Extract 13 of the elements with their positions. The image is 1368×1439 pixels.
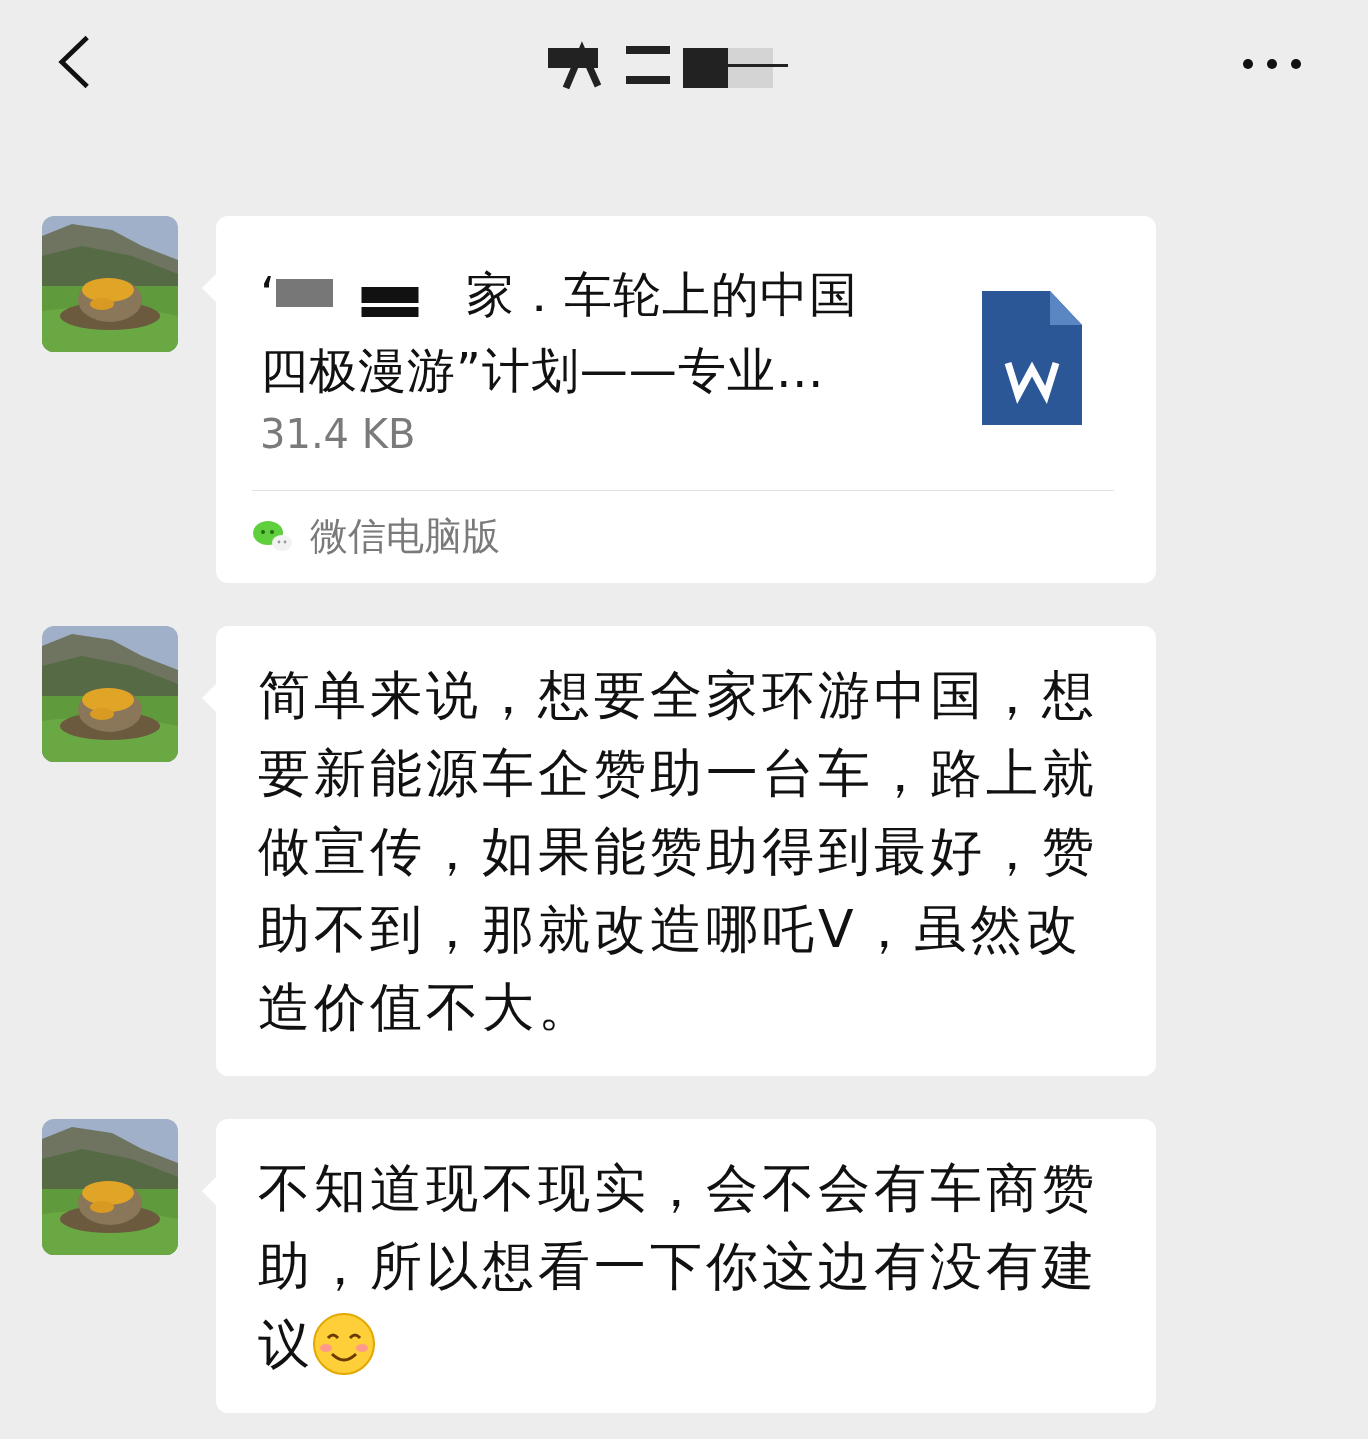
file-name: 家．车轮上的中国 <box>466 265 859 324</box>
message-text: 议 <box>258 1313 310 1376</box>
message-text: 简单来说，想要全家环游中国，想要新能源车企赞助一台车，路上就做宣传，如果能赞助得到最好，赞助不到，那就改造哪吒V，虽然改造价值不大。 <box>258 664 1099 1039</box>
message-text: 不知道现不现实，会不会有车商赞助，所以想看一下你这边有没有建 <box>258 1157 1099 1298</box>
file-size: 31.4 KB <box>260 410 417 459</box>
smiley-emoji-icon <box>312 1312 376 1376</box>
file-name: 四极漫游”计划——专业… <box>260 341 826 400</box>
chat-bubbles-icon <box>252 519 292 553</box>
more-icon[interactable] <box>1242 58 1302 70</box>
back-icon[interactable] <box>58 33 90 91</box>
file-name: ‘ <box>260 265 277 324</box>
source-label: 微信电脑版 <box>310 513 500 560</box>
word-document-icon <box>982 291 1082 425</box>
